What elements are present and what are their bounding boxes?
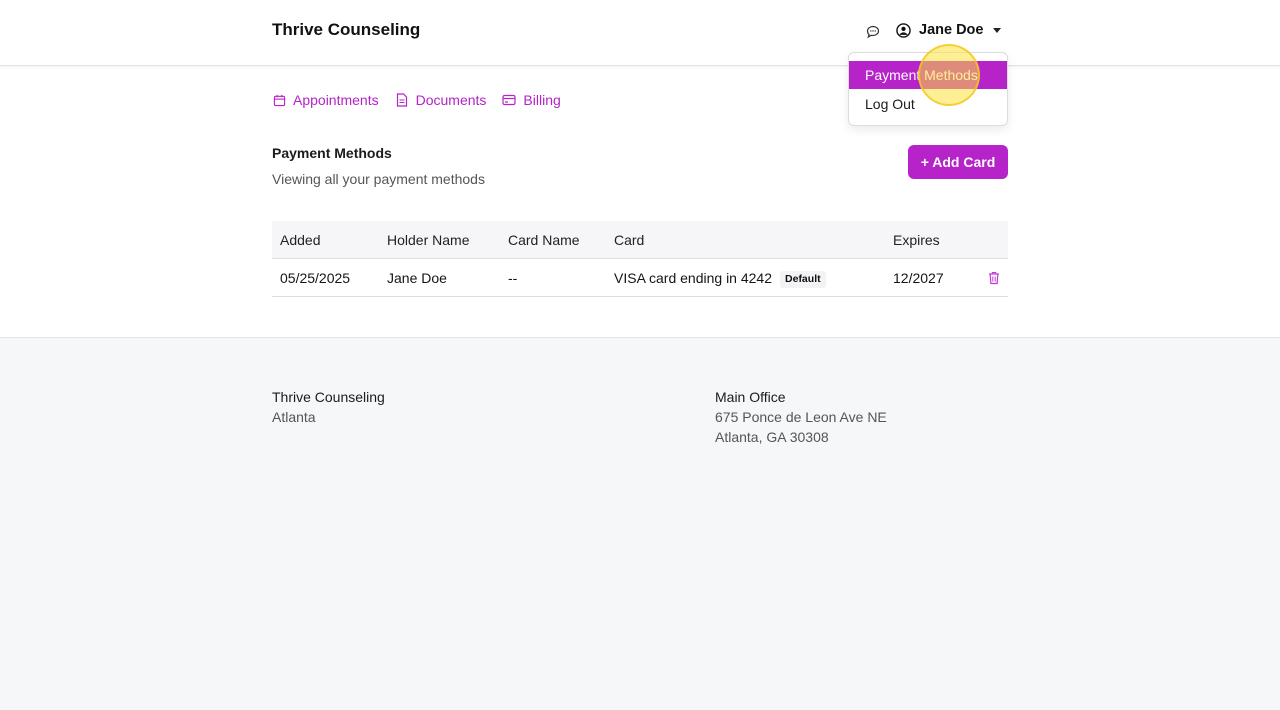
tab-billing[interactable]: Billing: [502, 92, 561, 108]
tab-appointments[interactable]: Appointments: [272, 92, 379, 108]
page-footer: Thrive Counseling Atlanta Main Office 67…: [0, 337, 1280, 710]
footer-address-line1: 675 Ponce de Leon Ave NE: [715, 409, 887, 425]
cell-expires: 12/2027: [893, 270, 944, 286]
column-header-expires: Expires: [893, 232, 940, 248]
caret-down-icon: [993, 27, 1002, 33]
footer-left: Thrive Counseling Atlanta: [272, 387, 385, 427]
footer-city: Atlanta: [272, 409, 316, 425]
tab-label: Appointments: [293, 92, 379, 108]
table-header-row: Added Holder Name Card Name Card Expires: [272, 221, 1008, 259]
tab-label: Billing: [523, 92, 561, 108]
menu-item-payment-methods[interactable]: Payment Methods: [849, 61, 1007, 89]
footer-brand: Thrive Counseling: [272, 389, 385, 405]
cell-card-name: --: [508, 270, 518, 286]
column-header-holder-name: Holder Name: [387, 232, 470, 248]
user-menu-button[interactable]: Jane Doe: [895, 22, 1002, 38]
menu-item-log-out[interactable]: Log Out: [849, 90, 1007, 118]
user-circle-icon: [895, 22, 911, 38]
column-header-added: Added: [280, 232, 321, 248]
footer-right: Main Office 675 Ponce de Leon Ave NE Atl…: [715, 387, 887, 447]
column-header-card: Card: [614, 232, 645, 248]
section-title: Payment Methods: [272, 145, 392, 161]
tab-documents[interactable]: Documents: [395, 92, 487, 108]
main-nav-tabs: Appointments Documents Billing: [272, 92, 561, 108]
document-icon: [395, 93, 409, 107]
add-card-button[interactable]: + Add Card: [908, 145, 1008, 179]
tab-label: Documents: [415, 92, 487, 108]
user-dropdown-menu: Payment Methods Log Out: [848, 52, 1008, 126]
top-header: Thrive Counseling Jane Doe: [0, 0, 1280, 66]
table-row: 05/25/2025 Jane Doe -- VISA card ending …: [272, 259, 1008, 297]
footer-address-line2: Atlanta, GA 30308: [715, 429, 829, 445]
trash-icon[interactable]: [988, 271, 1000, 285]
brand-title[interactable]: Thrive Counseling: [272, 20, 420, 40]
payment-methods-table: Added Holder Name Card Name Card Expires…: [272, 221, 1008, 297]
cell-added: 05/25/2025: [280, 270, 351, 286]
cell-card: VISA card ending in 4242 Default: [614, 259, 826, 297]
cell-holder-name: Jane Doe: [387, 270, 447, 286]
section-subtitle: Viewing all your payment methods: [272, 171, 485, 187]
chat-icon[interactable]: [865, 24, 881, 40]
column-header-card-name: Card Name: [508, 232, 580, 248]
footer-office-title: Main Office: [715, 389, 786, 405]
user-name: Jane Doe: [919, 22, 984, 38]
default-badge: Default: [780, 270, 826, 288]
card-description: VISA card ending in 4242: [614, 270, 773, 286]
calendar-icon: [272, 93, 286, 107]
credit-card-icon: [502, 93, 517, 107]
